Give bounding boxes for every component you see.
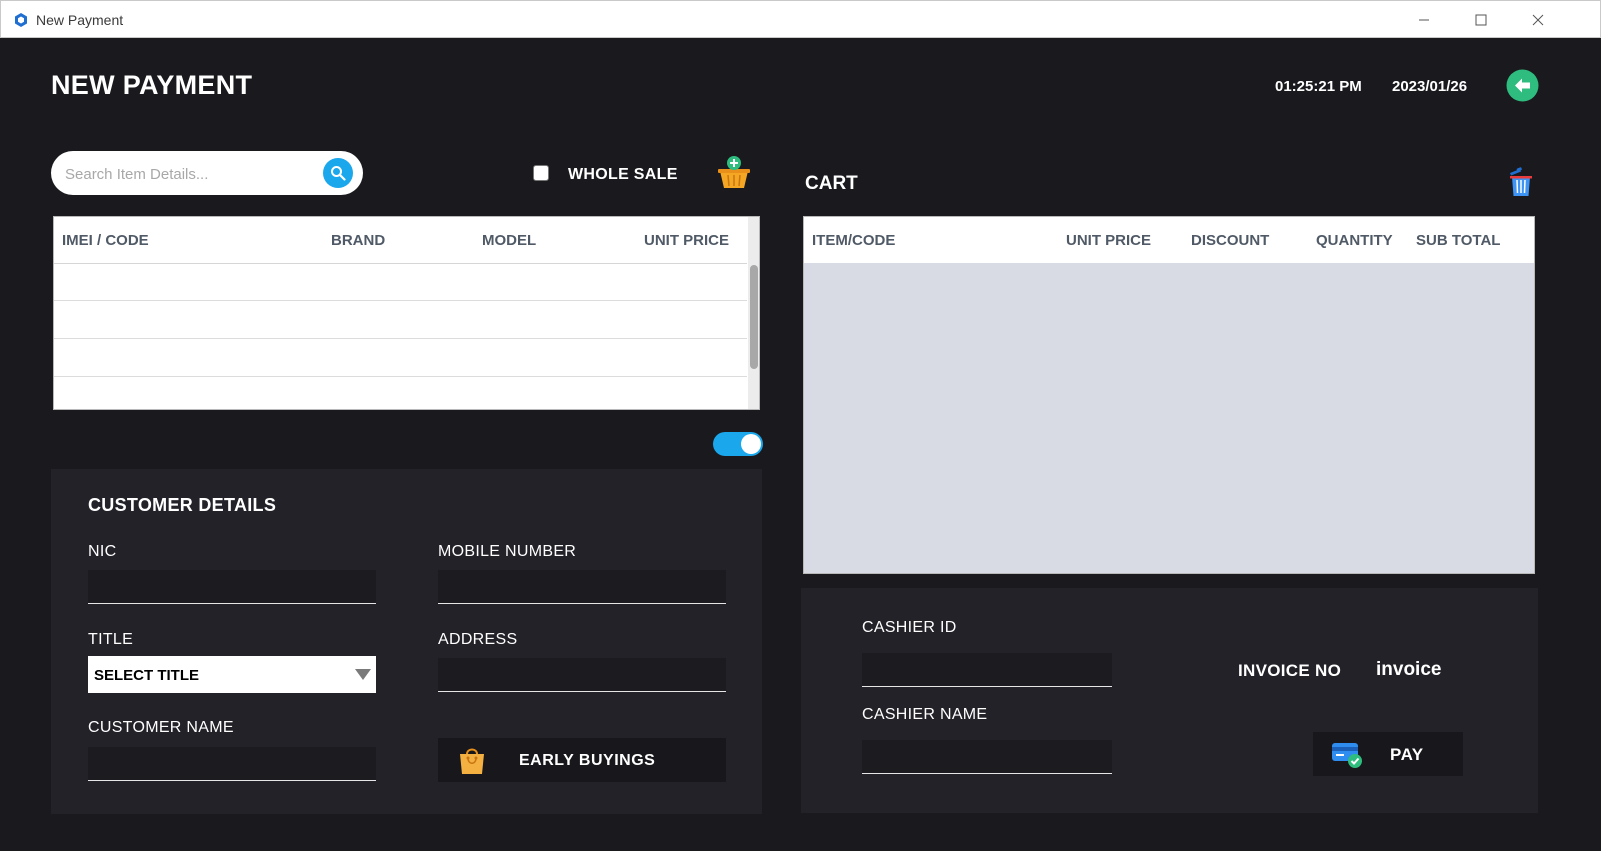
toggle-switch[interactable] [713,432,763,456]
table-row[interactable] [54,339,747,377]
maximize-button[interactable] [1458,5,1504,35]
clear-cart-button[interactable] [1507,167,1535,197]
nic-field[interactable] [88,570,376,604]
clock-time: 01:25:21 PM [1275,78,1362,95]
current-date: 2023/01/26 [1392,78,1468,95]
column-header-discount[interactable]: DISCOUNT [1191,232,1269,249]
table-row[interactable] [54,263,747,301]
column-header-unit-price[interactable]: UNIT PRICE [644,232,729,249]
column-header-quantity[interactable]: QUANTITY [1316,232,1393,249]
title-select[interactable]: SELECT TITLE [88,656,376,693]
page-title: NEW PAYMENT [51,70,253,100]
window-titlebar: New Payment [0,0,1601,38]
wholesale-checkbox[interactable] [533,165,549,181]
wholesale-label: WHOLE SALE [568,166,678,183]
cart-table-header: ITEM/CODE UNIT PRICE DISCOUNT QUANTITY S… [804,217,1534,263]
scrollbar-thumb[interactable] [750,265,758,369]
search-icon [331,166,346,181]
credit-card-icon [1332,743,1362,768]
title-select-value: SELECT TITLE [94,667,199,684]
cashier-id-field[interactable] [862,653,1112,687]
column-header-model[interactable]: MODEL [482,232,536,249]
minimize-button[interactable] [1401,5,1447,35]
address-field[interactable] [438,658,726,692]
search-button[interactable] [323,158,353,188]
chevron-down-icon [355,669,371,680]
address-label: ADDRESS [438,631,518,648]
customer-details-panel: CUSTOMER DETAILS NIC MOBILE NUMBER TITLE… [51,469,762,814]
column-header-imei[interactable]: IMEI / CODE [62,232,149,249]
cart-title: CART [805,173,858,194]
mobile-number-label: MOBILE NUMBER [438,543,577,560]
search-input[interactable] [63,151,317,197]
toggle-knob [741,434,761,454]
items-table[interactable]: IMEI / CODE BRAND MODEL UNIT PRICE [53,216,760,410]
basket-add-icon [718,156,750,188]
trash-icon [1510,167,1532,196]
table-row[interactable] [54,301,747,339]
cashier-id-label: CASHIER ID [862,619,957,636]
early-buyings-label: EARLY BUYINGS [519,752,656,769]
title-label: TITLE [88,631,134,648]
close-icon [1532,14,1544,26]
column-header-unit-price[interactable]: UNIT PRICE [1066,232,1151,249]
shopping-bag-icon [460,748,484,774]
column-header-sub-total[interactable]: SUB TOTAL [1416,232,1500,249]
minimize-icon [1419,19,1429,21]
column-header-item-code[interactable]: ITEM/CODE [812,232,895,249]
cashier-name-label: CASHIER NAME [862,706,988,723]
cart-table[interactable]: ITEM/CODE UNIT PRICE DISCOUNT QUANTITY S… [803,216,1535,574]
pay-button[interactable]: PAY [1313,732,1463,776]
items-table-scrollbar[interactable] [748,217,759,409]
invoice-number-value: invoice [1376,659,1442,680]
cashier-name-field[interactable] [862,740,1112,774]
window-title: New Payment [36,12,124,28]
close-button[interactable] [1515,5,1561,35]
search-bar [51,151,363,197]
customer-name-label: CUSTOMER NAME [88,719,234,736]
payment-panel: CASHIER ID CASHIER NAME INVOICE NO invoi… [801,588,1538,813]
invoice-number-label: INVOICE NO [1238,661,1342,680]
back-button[interactable] [1506,69,1539,102]
nic-label: NIC [88,543,117,560]
app-logo-icon [15,13,27,27]
customer-name-field[interactable] [88,747,376,781]
maximize-icon [1475,14,1487,26]
add-to-cart-button[interactable] [716,155,752,191]
customer-details-title: CUSTOMER DETAILS [88,495,277,515]
mobile-number-field[interactable] [438,570,726,604]
early-buyings-button[interactable]: EARLY BUYINGS [438,738,726,782]
table-row[interactable] [54,377,747,409]
arrow-left-circle-icon [1506,69,1539,102]
pay-label: PAY [1390,745,1424,764]
items-table-header: IMEI / CODE BRAND MODEL UNIT PRICE [54,217,747,264]
column-header-brand[interactable]: BRAND [331,232,385,249]
